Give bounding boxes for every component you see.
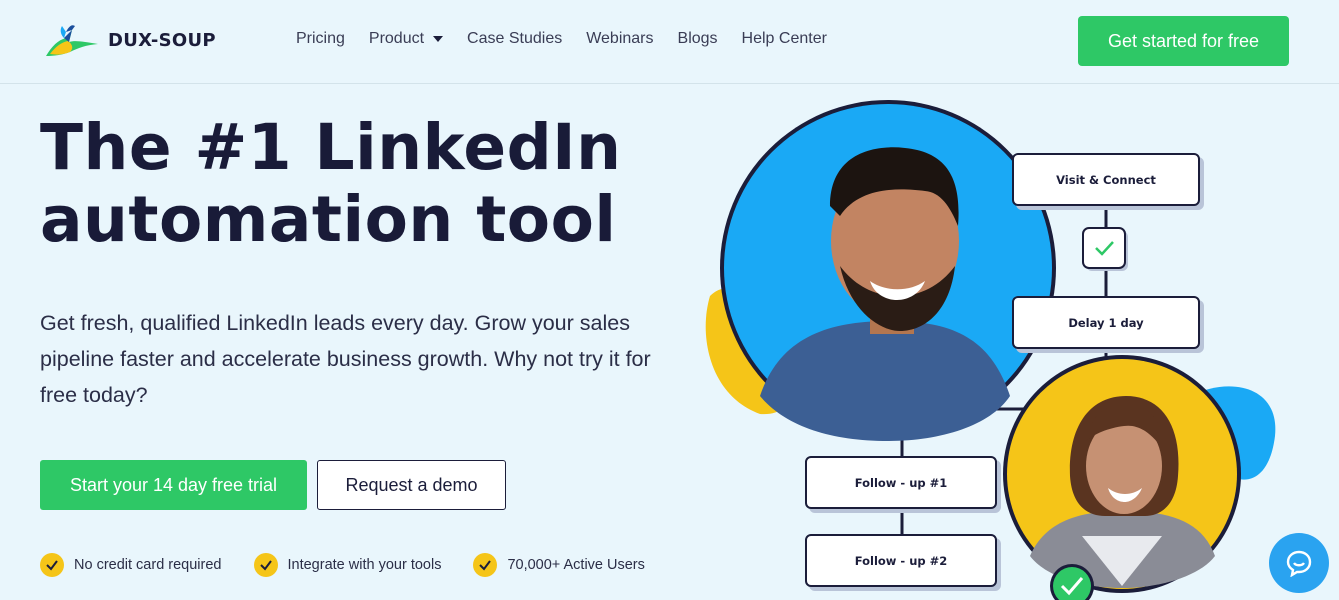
hero-title-line-2: automation tool bbox=[40, 183, 617, 256]
get-started-button[interactable]: Get started for free bbox=[1078, 16, 1289, 66]
nav-webinars-label: Webinars bbox=[586, 30, 654, 47]
workflow-step-delay: Delay 1 day bbox=[1012, 296, 1200, 349]
nav-blogs-label: Blogs bbox=[677, 30, 718, 47]
nav-case-studies[interactable]: Case Studies bbox=[467, 30, 562, 48]
start-trial-button[interactable]: Start your 14 day free trial bbox=[40, 460, 307, 510]
hero-title: The #1 LinkedIn automation tool bbox=[40, 112, 680, 256]
nav-case-studies-label: Case Studies bbox=[467, 30, 563, 47]
feature-list: No credit card required Integrate with y… bbox=[40, 553, 677, 577]
workflow-step-visit-connect: Visit & Connect bbox=[1012, 153, 1200, 206]
logo[interactable]: DUX-SOUP bbox=[42, 20, 216, 60]
workflow-step-follow-up-1: Follow - up #1 bbox=[805, 456, 997, 509]
nav-product-label: Product bbox=[368, 30, 425, 47]
feature-item: Integrate with your tools bbox=[253, 553, 442, 577]
request-demo-button[interactable]: Request a demo bbox=[317, 460, 506, 510]
nav-blogs[interactable]: Blogs bbox=[678, 30, 718, 48]
nav-pricing-label: Pricing bbox=[296, 30, 345, 47]
feature-label: Integrate with your tools bbox=[287, 557, 442, 573]
feature-item: 70,000+ Active Users bbox=[473, 553, 645, 577]
nav-webinars[interactable]: Webinars bbox=[586, 30, 653, 48]
brand-name: DUX-SOUP bbox=[108, 29, 216, 51]
workflow-illustration: Visit & Connect Delay 1 day Follow - up … bbox=[690, 96, 1339, 600]
nav-product[interactable]: Product bbox=[368, 30, 444, 48]
hero-subtitle: Get fresh, qualified LinkedIn leads ever… bbox=[40, 311, 651, 407]
feature-item: No credit card required bbox=[40, 553, 222, 577]
chat-icon bbox=[1286, 550, 1312, 577]
site-header: DUX-SOUP Pricing Product Case Studies We… bbox=[0, 0, 1339, 84]
check-icon bbox=[473, 553, 498, 577]
nav-pricing[interactable]: Pricing bbox=[296, 30, 345, 48]
feature-label: 70,000+ Active Users bbox=[507, 557, 645, 573]
check-icon bbox=[40, 553, 64, 577]
hero-title-line-1: The #1 LinkedIn bbox=[40, 111, 622, 184]
hummingbird-logo-icon bbox=[46, 25, 98, 56]
nav-help-center[interactable]: Help Center bbox=[742, 30, 827, 48]
feature-label: No credit card required bbox=[74, 557, 222, 573]
chat-launcher-button[interactable] bbox=[1269, 533, 1329, 593]
main-nav: Pricing Product Case Studies Webinars Bl… bbox=[296, 30, 851, 48]
chevron-down-icon bbox=[433, 36, 444, 42]
workflow-step-follow-up-2: Follow - up #2 bbox=[805, 534, 997, 587]
nav-help-center-label: Help Center bbox=[741, 30, 827, 47]
check-icon bbox=[253, 553, 278, 577]
